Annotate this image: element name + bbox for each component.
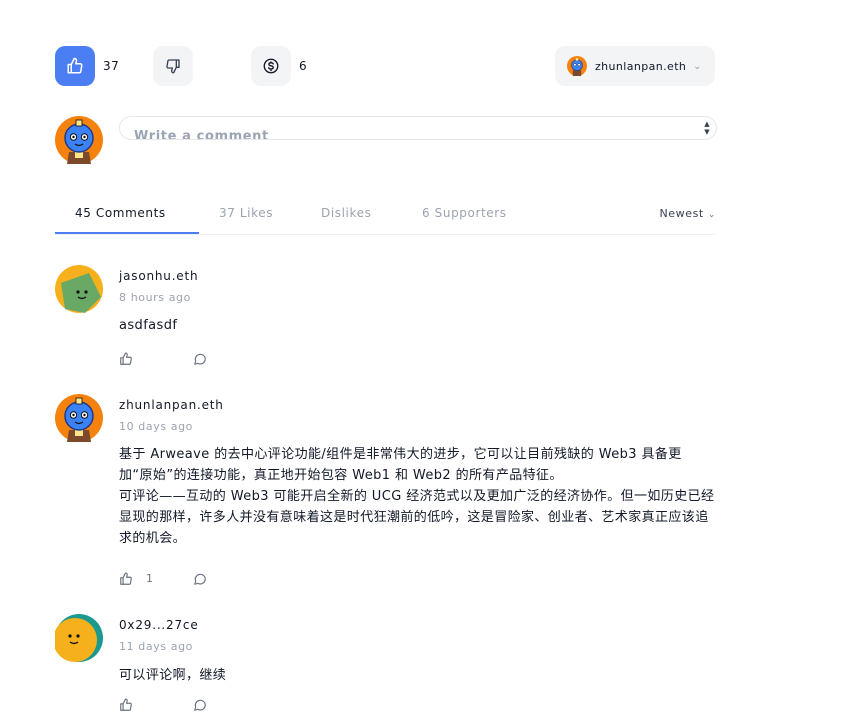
wallet-selector[interactable]: zhunlanpan.eth ⌄ — [555, 46, 715, 86]
avatar — [55, 614, 103, 662]
tab-likes[interactable]: 37 Likes — [219, 206, 273, 220]
comment-like-count: 1 — [146, 572, 153, 585]
chevron-down-icon[interactable]: ▼ — [704, 128, 709, 136]
avatar — [567, 56, 587, 76]
like-button[interactable] — [55, 46, 95, 86]
comment-author[interactable]: 0x29...27ce — [119, 618, 199, 632]
supporters-count: 6 — [299, 59, 308, 73]
thumbs-up-icon — [67, 57, 83, 74]
likes-count: 37 — [103, 59, 120, 73]
comment-placeholder: Write a comment — [134, 129, 269, 140]
reply-icon[interactable] — [193, 572, 207, 586]
comment-time: 8 hours ago — [119, 291, 191, 304]
avatar — [55, 265, 103, 313]
chevron-down-icon: ⌄ — [707, 210, 716, 220]
thumbs-up-icon[interactable] — [119, 572, 133, 586]
wallet-name: zhunlanpan.eth — [595, 59, 687, 73]
sort-label: Newest — [659, 207, 704, 220]
scroll-stepper[interactable]: ▲ ▼ — [700, 117, 714, 139]
comment-body: asdfasdf — [119, 318, 178, 333]
thumbs-up-icon[interactable] — [119, 698, 133, 712]
dollar-circle-icon — [263, 58, 279, 74]
comment-author[interactable]: jasonhu.eth — [119, 269, 198, 283]
tab-dislikes[interactable]: Dislikes — [321, 206, 371, 220]
active-tab-indicator — [55, 232, 199, 234]
comment-input[interactable]: Write a comment ▲ ▼ — [119, 116, 717, 140]
comment-body: 可以评论啊，继续 — [119, 668, 227, 683]
chevron-up-icon[interactable]: ▲ — [704, 120, 709, 128]
comment-tabs: 45 Comments 37 Likes Dislikes 6 Supporte… — [55, 196, 716, 235]
tab-comments[interactable]: 45 Comments — [75, 206, 166, 220]
chevron-down-icon: ⌄ — [693, 60, 702, 72]
tab-supporters[interactable]: 6 Supporters — [422, 206, 507, 220]
dislike-button[interactable] — [153, 46, 193, 86]
support-button[interactable] — [251, 46, 291, 86]
comment-time: 10 days ago — [119, 420, 194, 433]
reply-icon[interactable] — [193, 352, 207, 366]
avatar — [55, 116, 103, 164]
avatar — [55, 394, 103, 442]
comment-body: 基于 Arweave 的去中心评论功能/组件是非常伟大的进步，它可以让目前残缺的… — [119, 447, 715, 546]
sort-dropdown[interactable]: Newest ⌄ — [659, 207, 716, 220]
reply-icon[interactable] — [193, 698, 207, 712]
thumbs-up-icon[interactable] — [119, 352, 133, 366]
thumbs-down-icon — [166, 59, 180, 74]
comment-time: 11 days ago — [119, 640, 194, 653]
comment-author[interactable]: zhunlanpan.eth — [119, 398, 224, 412]
